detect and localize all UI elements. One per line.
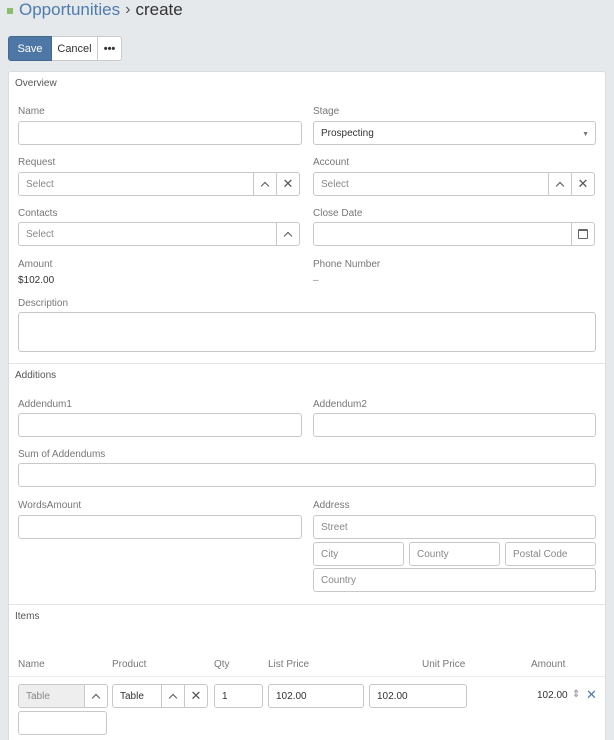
drag-handle-icon[interactable]: ⇕ — [572, 689, 580, 700]
page-title: create — [135, 0, 183, 19]
request-input[interactable]: Select — [18, 172, 254, 196]
item-qty-input[interactable]: 1 — [214, 684, 263, 708]
chevron-up-icon — [91, 693, 101, 702]
phone-number-value: – — [313, 275, 319, 286]
contacts-input[interactable]: Select — [18, 222, 277, 246]
row-divider — [9, 676, 605, 677]
cancel-button[interactable]: Cancel — [52, 36, 98, 61]
addendum1-label: Addendum1 — [18, 399, 72, 410]
close-date-input[interactable] — [313, 222, 572, 246]
column-header-list-price: List Price — [268, 659, 310, 670]
remove-item-icon[interactable]: ✕ — [586, 687, 597, 703]
chevron-up-icon — [260, 181, 270, 190]
account-clear-button[interactable]: ✕ — [571, 172, 595, 196]
address-city-input[interactable]: City — [313, 542, 404, 566]
module-color-marker — [7, 8, 13, 14]
item-name-input[interactable]: Table — [18, 684, 85, 708]
contacts-select-button[interactable] — [276, 222, 300, 246]
section-title-additions: Additions — [15, 370, 57, 381]
column-header-unit-price: Unit Price — [422, 659, 466, 670]
item-list-price-input[interactable]: 102.00 — [268, 684, 364, 708]
stage-value: Prospecting — [321, 127, 374, 139]
account-select-button[interactable] — [548, 172, 572, 196]
close-icon: ✕ — [282, 176, 294, 191]
words-amount-input[interactable] — [18, 515, 302, 539]
request-select-button[interactable] — [253, 172, 277, 196]
item-name-select-button[interactable] — [84, 684, 108, 708]
item-unit-price-input[interactable]: 102.00 — [369, 684, 467, 708]
sum-of-addendums-input[interactable] — [18, 463, 596, 487]
chevron-up-icon — [555, 181, 565, 190]
sum-of-addendums-label: Sum of Addendums — [18, 449, 106, 460]
section-title-items: Items — [15, 611, 40, 622]
address-country-input[interactable]: Country — [313, 568, 596, 592]
amount-value: $102.00 — [18, 275, 55, 286]
chevron-up-icon — [168, 693, 178, 702]
contacts-label: Contacts — [18, 208, 58, 219]
description-textarea[interactable] — [18, 312, 596, 352]
account-label: Account — [313, 157, 350, 168]
item-amount-value: 102.00 — [537, 690, 568, 701]
amount-label: Amount — [18, 259, 53, 270]
save-button[interactable]: Save — [8, 36, 52, 61]
close-date-calendar-button[interactable] — [571, 222, 595, 246]
addendum2-input[interactable] — [313, 413, 596, 437]
address-county-input[interactable]: County — [409, 542, 500, 566]
request-clear-button[interactable]: ✕ — [276, 172, 300, 196]
address-street-input[interactable]: Street — [313, 515, 596, 539]
calendar-icon — [578, 229, 588, 239]
address-postal-code-input[interactable]: Postal Code — [505, 542, 596, 566]
address-label: Address — [313, 500, 350, 511]
section-divider — [9, 363, 605, 364]
addendum2-label: Addendum2 — [313, 399, 367, 410]
chevron-up-icon — [283, 231, 293, 240]
column-header-amount: Amount — [531, 659, 566, 670]
column-header-product: Product — [112, 659, 147, 670]
phone-number-label: Phone Number — [313, 259, 381, 270]
addendum1-input[interactable] — [18, 413, 302, 437]
item-description-input[interactable] — [18, 711, 107, 735]
breadcrumb-separator: › — [125, 1, 131, 18]
stage-label: Stage — [313, 106, 340, 117]
item-product-select-button[interactable] — [161, 684, 185, 708]
section-divider — [9, 604, 605, 605]
close-icon: ✕ — [190, 688, 202, 703]
column-header-name: Name — [18, 659, 45, 670]
item-product-clear-button[interactable]: ✕ — [184, 684, 208, 708]
account-input[interactable]: Select — [313, 172, 549, 196]
section-title-overview: Overview — [15, 78, 57, 89]
stage-select[interactable]: Prospecting ▼ — [313, 121, 596, 145]
description-label: Description — [18, 298, 69, 309]
record-form: Overview Name Stage Prospecting ▼ Reques… — [8, 71, 606, 740]
caret-down-icon: ▼ — [582, 131, 589, 138]
breadcrumb-parent-link[interactable]: Opportunities — [19, 0, 120, 20]
words-amount-label: WordsAmount — [18, 500, 82, 511]
name-label: Name — [18, 106, 45, 117]
column-header-qty: Qty — [214, 659, 230, 670]
breadcrumb: Opportunities › create — [0, 0, 614, 26]
more-actions-button[interactable]: ••• — [98, 36, 122, 61]
item-product-input[interactable]: Table — [112, 684, 162, 708]
action-bar: Save Cancel ••• — [8, 36, 122, 61]
close-date-label: Close Date — [313, 208, 363, 219]
request-label: Request — [18, 157, 56, 168]
name-input[interactable] — [18, 121, 302, 145]
close-icon: ✕ — [577, 176, 589, 191]
